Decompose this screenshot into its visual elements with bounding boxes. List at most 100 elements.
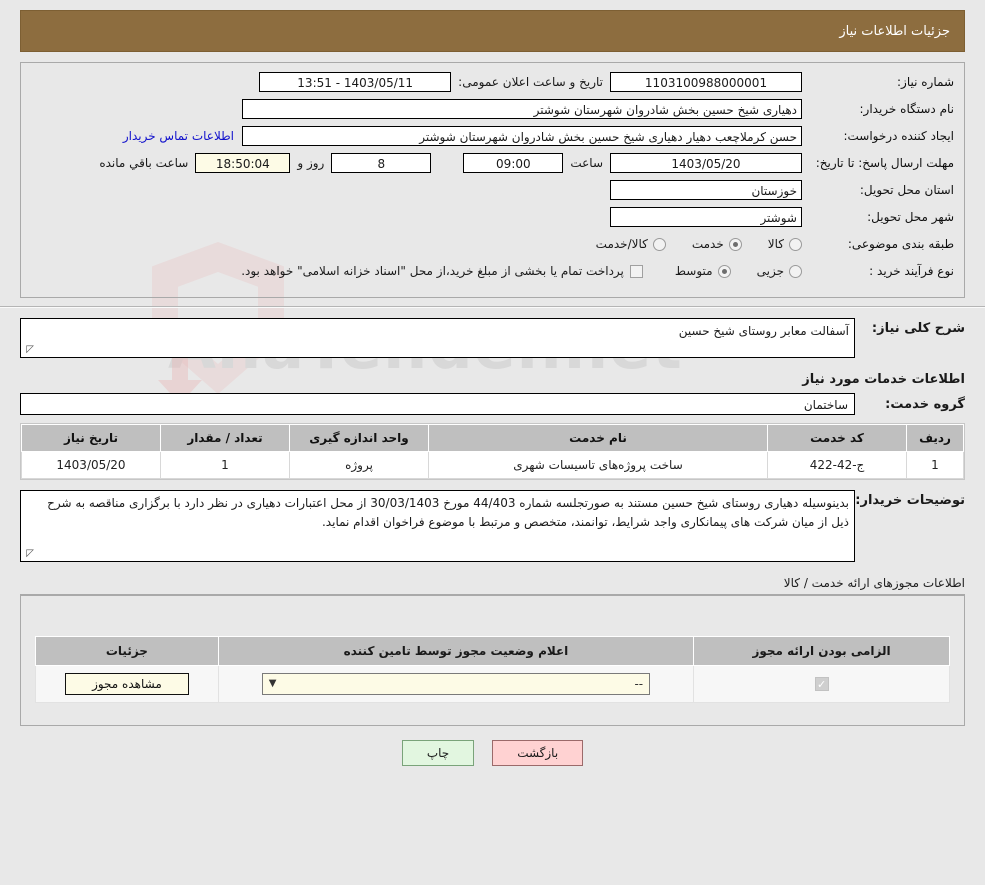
col-quantity: تعداد / مقدار (160, 424, 290, 452)
col-license-required: الزامی بودن ارائه مجوز (693, 636, 950, 666)
license-status-value: -- (634, 677, 644, 691)
category-radio-group: کالا خدمت کالا/خدمت (570, 237, 802, 251)
radio-selected-icon (717, 264, 731, 278)
remaining-days-label: روز و (297, 156, 325, 170)
license-status-select[interactable]: ▼ -- (261, 673, 651, 695)
print-button[interactable]: چاپ (401, 740, 475, 766)
deadline-label: مهلت ارسال پاسخ: تا تاریخ: (815, 156, 954, 170)
remaining-hours-label: ساعت باقي مانده (99, 156, 189, 170)
col-license-status: اعلام وضعیت مجوز توسط تامین کننده (217, 636, 695, 666)
row-buyer-org: نام دستگاه خریدار: دهیاری شیخ حسین بخش ش… (31, 98, 954, 120)
deadline-time-value: 09:00 (463, 153, 564, 173)
radio-icon (789, 264, 802, 278)
category-option-goods-label: کالا (767, 237, 784, 251)
row-request-creator: ایجاد کننده درخواست: حسن کرملاچعب دهیار … (31, 125, 954, 147)
back-button[interactable]: بازگشت (492, 740, 584, 766)
table-row: ✓ ▼ -- مشاهده مجوز (35, 665, 950, 703)
page-title: جزئیات اطلاعات نیاز (839, 23, 950, 39)
licenses-table-header-row: الزامی بودن ارائه مجوز اعلام وضعیت مجوز … (35, 636, 950, 666)
services-table-header-row: ردیف کد خدمت نام خدمت واحد اندازه گیری ت… (21, 424, 964, 452)
service-group-value: ساختمان (20, 393, 855, 415)
chevron-down-icon: ▼ (268, 678, 277, 689)
category-label: طبقه بندی موضوعی: (847, 237, 954, 251)
province-label: استان محل تحویل: (859, 183, 954, 197)
cell-quantity: 1 (160, 451, 290, 479)
checkbox-checked-icon: ✓ (814, 677, 829, 691)
process-label: نوع فرآیند خرید : (869, 264, 954, 278)
services-section-title: اطلاعات خدمات مورد نیاز (802, 372, 965, 387)
remaining-days-value: 8 (331, 153, 432, 173)
summary-value: آسفالت معابر روستای شیخ حسین (678, 324, 849, 338)
services-table-wrapper: ردیف کد خدمت نام خدمت واحد اندازه گیری ت… (20, 423, 965, 480)
cell-need-date: 1403/05/20 (21, 451, 161, 479)
deadline-date-value: 1403/05/20 (610, 153, 802, 173)
row-purchase-process: نوع فرآیند خرید : جزیی متوسط پرداخت تمام… (31, 260, 954, 282)
licenses-title: اطلاعات مجوزهای ارائه خدمت / کالا (783, 576, 965, 590)
buyer-notes-textarea[interactable]: بدینوسیله دهیاری روستای شیخ حسین مستند ب… (20, 490, 855, 562)
table-row: 1 ج-42-422 ساخت پروژه‌های تاسیسات شهری پ… (21, 451, 964, 479)
category-option-service-label: خدمت (691, 237, 724, 251)
summary-label: شرح کلی نیاز: (871, 321, 965, 336)
city-label: شهر محل تحویل: (867, 210, 954, 224)
col-index: ردیف (906, 424, 964, 452)
remaining-clock-value: 18:50:04 (195, 153, 291, 173)
cell-license-details: مشاهده مجوز (35, 665, 219, 703)
buyer-org-value: دهیاری شیخ حسین بخش شادروان شهرستان شوشت… (242, 99, 802, 119)
page-header-banner: جزئیات اطلاعات نیاز (20, 10, 965, 52)
buyer-notes-value: بدینوسیله دهیاری روستای شیخ حسین مستند ب… (47, 496, 849, 529)
row-need-number: شماره نیاز: 1103100988000001 تاریخ و ساع… (31, 71, 954, 93)
col-license-details: جزئیات (35, 636, 219, 666)
footer-actions: بازگشت چاپ (0, 740, 985, 766)
resize-grip-icon[interactable]: ◸ (24, 345, 34, 355)
process-option-medium[interactable]: متوسط (675, 264, 731, 278)
row-response-deadline: مهلت ارسال پاسخ: تا تاریخ: 1403/05/20 سا… (31, 152, 954, 174)
checkbox-icon (629, 264, 643, 278)
buyer-notes-label: توضیحات خریدار: (855, 493, 965, 508)
resize-grip-icon[interactable]: ◸ (24, 549, 34, 559)
announce-label: تاریخ و ساعت اعلان عمومی: (458, 75, 603, 89)
cell-license-required: ✓ (693, 665, 950, 703)
cell-license-status: ▼ -- (217, 665, 695, 703)
radio-selected-icon (728, 237, 742, 251)
need-number-label: شماره نیاز: (897, 75, 954, 89)
service-group-row: گروه خدمت: ساختمان (20, 393, 965, 415)
cell-name: ساخت پروژه‌های تاسیسات شهری (428, 451, 768, 479)
category-option-goods[interactable]: کالا (768, 237, 802, 251)
view-license-button[interactable]: مشاهده مجوز (65, 673, 189, 695)
col-name: نام خدمت (428, 424, 768, 452)
buyer-contact-link[interactable]: اطلاعات تماس خریدار (115, 129, 242, 143)
process-radio-group: جزیی متوسط (649, 264, 802, 278)
col-code: کد خدمت (767, 424, 907, 452)
creator-value: حسن کرملاچعب دهیار دهیاری شیخ حسین بخش ش… (242, 126, 802, 146)
announce-value: 1403/05/11 - 13:51 (259, 72, 452, 92)
treasury-checkbox-row[interactable]: پرداخت تمام یا بخشی از مبلغ خرید،از محل … (241, 264, 643, 278)
category-option-goods-service[interactable]: کالا/خدمت (596, 237, 666, 251)
process-option-minor-label: جزیی (756, 264, 784, 278)
process-option-medium-label: متوسط (674, 264, 713, 278)
row-delivery-province: استان محل تحویل: خوزستان (31, 179, 954, 201)
cell-unit: پروژه (289, 451, 429, 479)
radio-icon (652, 237, 666, 251)
treasury-checkbox-label: پرداخت تمام یا بخشی از مبلغ خرید،از محل … (241, 264, 624, 278)
buyer-notes-section: توضیحات خریدار: بدینوسیله دهیاری روستای … (20, 480, 965, 562)
need-info-panel: شماره نیاز: 1103100988000001 تاریخ و ساع… (20, 62, 965, 298)
col-unit: واحد اندازه گیری (289, 424, 429, 452)
row-subject-category: طبقه بندی موضوعی: کالا خدمت کالا/خدمت (31, 233, 954, 255)
licenses-panel: الزامی بودن ارائه مجوز اعلام وضعیت مجوز … (20, 594, 965, 726)
cell-code: ج-42-422 (767, 451, 907, 479)
province-value: خوزستان (610, 180, 802, 200)
city-value: شوشتر (610, 207, 802, 227)
licenses-table: الزامی بودن ارائه مجوز اعلام وضعیت مجوز … (35, 636, 950, 703)
need-number-value: 1103100988000001 (610, 72, 802, 92)
radio-icon (789, 237, 802, 251)
row-delivery-city: شهر محل تحویل: شوشتر (31, 206, 954, 228)
services-table: ردیف کد خدمت نام خدمت واحد اندازه گیری ت… (21, 424, 964, 479)
cell-index: 1 (906, 451, 964, 479)
summary-textarea[interactable]: آسفالت معابر روستای شیخ حسین ◸ (20, 318, 855, 358)
creator-label: ایجاد کننده درخواست: (843, 129, 954, 143)
service-group-label: گروه خدمت: (885, 396, 965, 412)
buyer-org-label: نام دستگاه خریدار: (859, 102, 955, 116)
category-option-service[interactable]: خدمت (692, 237, 742, 251)
process-option-minor[interactable]: جزیی (757, 264, 802, 278)
deadline-hour-label: ساعت (570, 156, 603, 170)
